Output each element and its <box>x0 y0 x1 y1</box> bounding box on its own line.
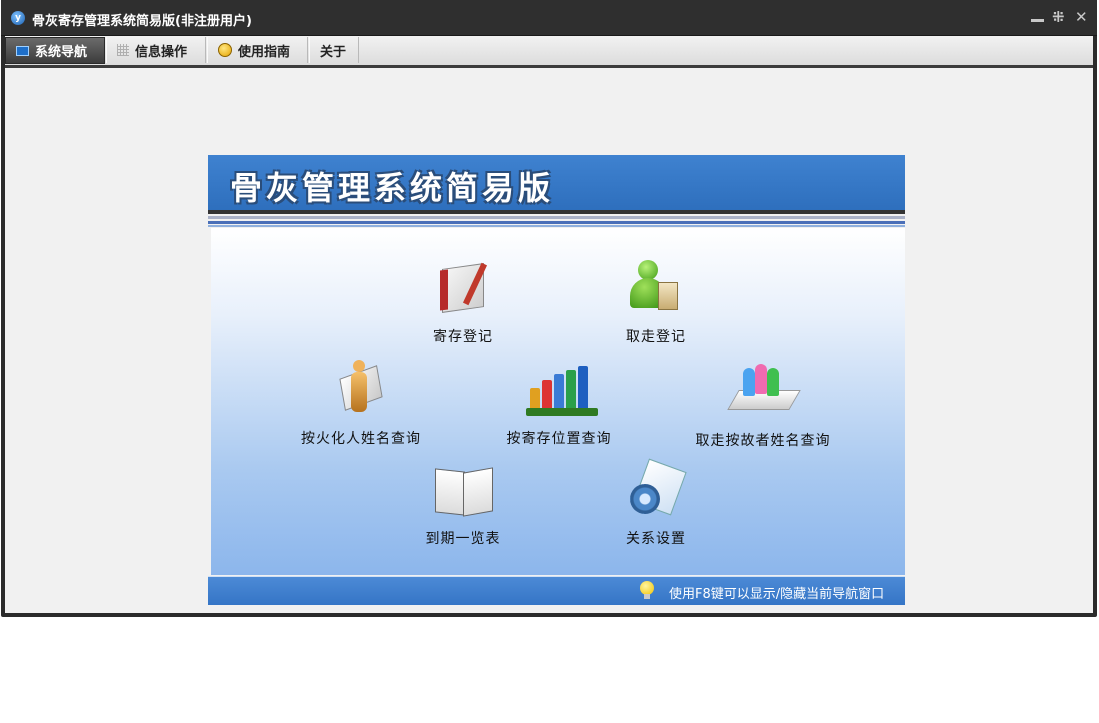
tab-user-guide[interactable]: 使用指南 <box>207 37 308 63</box>
smiley-icon <box>218 43 232 57</box>
group-search-icon <box>727 360 801 414</box>
nav-query-by-deceased-name[interactable]: 取走按故者姓名查询 <box>685 360 841 449</box>
monitor-icon <box>16 45 29 56</box>
divider <box>208 210 905 214</box>
nav-label: 到期一览表 <box>425 531 501 547</box>
lightbulb-icon <box>640 581 654 599</box>
nav-label: 取走登记 <box>626 329 686 345</box>
panel-banner: 骨灰管理系统简易版 <box>208 155 905 210</box>
close-icon[interactable]: ✕ <box>1075 9 1088 25</box>
nav-label: 按火化人姓名查询 <box>301 431 421 447</box>
pickup-person-icon <box>628 260 678 314</box>
nav-expiry-list[interactable]: 到期一览表 <box>418 462 508 547</box>
app-logo-icon: y <box>11 11 25 25</box>
person-search-icon <box>335 360 385 414</box>
tab-label: 信息操作 <box>135 44 188 60</box>
divider <box>208 225 905 227</box>
panel-body: 寄存登记 取走登记 按火化人姓名查询 按寄存位置查询 取走按故者姓名查询 到期一… <box>211 228 905 575</box>
nav-deposit-register[interactable]: 寄存登记 <box>423 260 503 345</box>
grid-icon <box>117 44 129 56</box>
panel-footer: 使用F8键可以显示/隐藏当前导航窗口 <box>208 576 905 605</box>
open-book-icon <box>431 462 495 518</box>
window-title: 骨灰寄存管理系统简易版(非注册用户) <box>32 14 252 29</box>
tab-about[interactable]: 关于 <box>309 37 359 63</box>
tab-label: 关于 <box>320 44 347 60</box>
nav-pickup-register[interactable]: 取走登记 <box>616 260 696 345</box>
divider <box>208 221 905 224</box>
nav-label: 寄存登记 <box>433 329 493 345</box>
tab-label: 系统导航 <box>35 45 88 60</box>
minimize-icon[interactable] <box>1031 9 1044 22</box>
register-book-icon <box>438 260 488 313</box>
settings-gear-icon <box>626 458 687 520</box>
title-bar: y 骨灰寄存管理系统简易版(非注册用户) ⁜ ✕ <box>1 0 1097 36</box>
footer-hint: 使用F8键可以显示/隐藏当前导航窗口 <box>669 587 885 602</box>
navigation-panel: 骨灰管理系统简易版 寄存登记 取走登记 按火化人姓名查询 按寄存位置查询 取走按… <box>208 155 905 605</box>
nav-label: 关系设置 <box>626 531 686 547</box>
panel-title: 骨灰管理系统简易版 <box>230 169 555 207</box>
tab-info-operation[interactable]: 信息操作 <box>106 37 206 63</box>
nav-label: 按寄存位置查询 <box>506 431 612 447</box>
bookshelf-icon <box>526 360 598 416</box>
menu-bar: 系统导航 信息操作 使用指南 关于 <box>5 36 1093 68</box>
restore-icon[interactable]: ⁜ <box>1052 9 1065 25</box>
nav-relation-settings[interactable]: 关系设置 <box>616 458 696 547</box>
nav-query-by-location[interactable]: 按寄存位置查询 <box>494 360 624 447</box>
nav-query-by-cremated-name[interactable]: 按火化人姓名查询 <box>291 360 431 447</box>
tab-label: 使用指南 <box>238 44 291 60</box>
nav-label: 取走按故者姓名查询 <box>695 433 831 449</box>
tab-system-navigation[interactable]: 系统导航 <box>5 37 105 64</box>
divider <box>208 216 905 219</box>
